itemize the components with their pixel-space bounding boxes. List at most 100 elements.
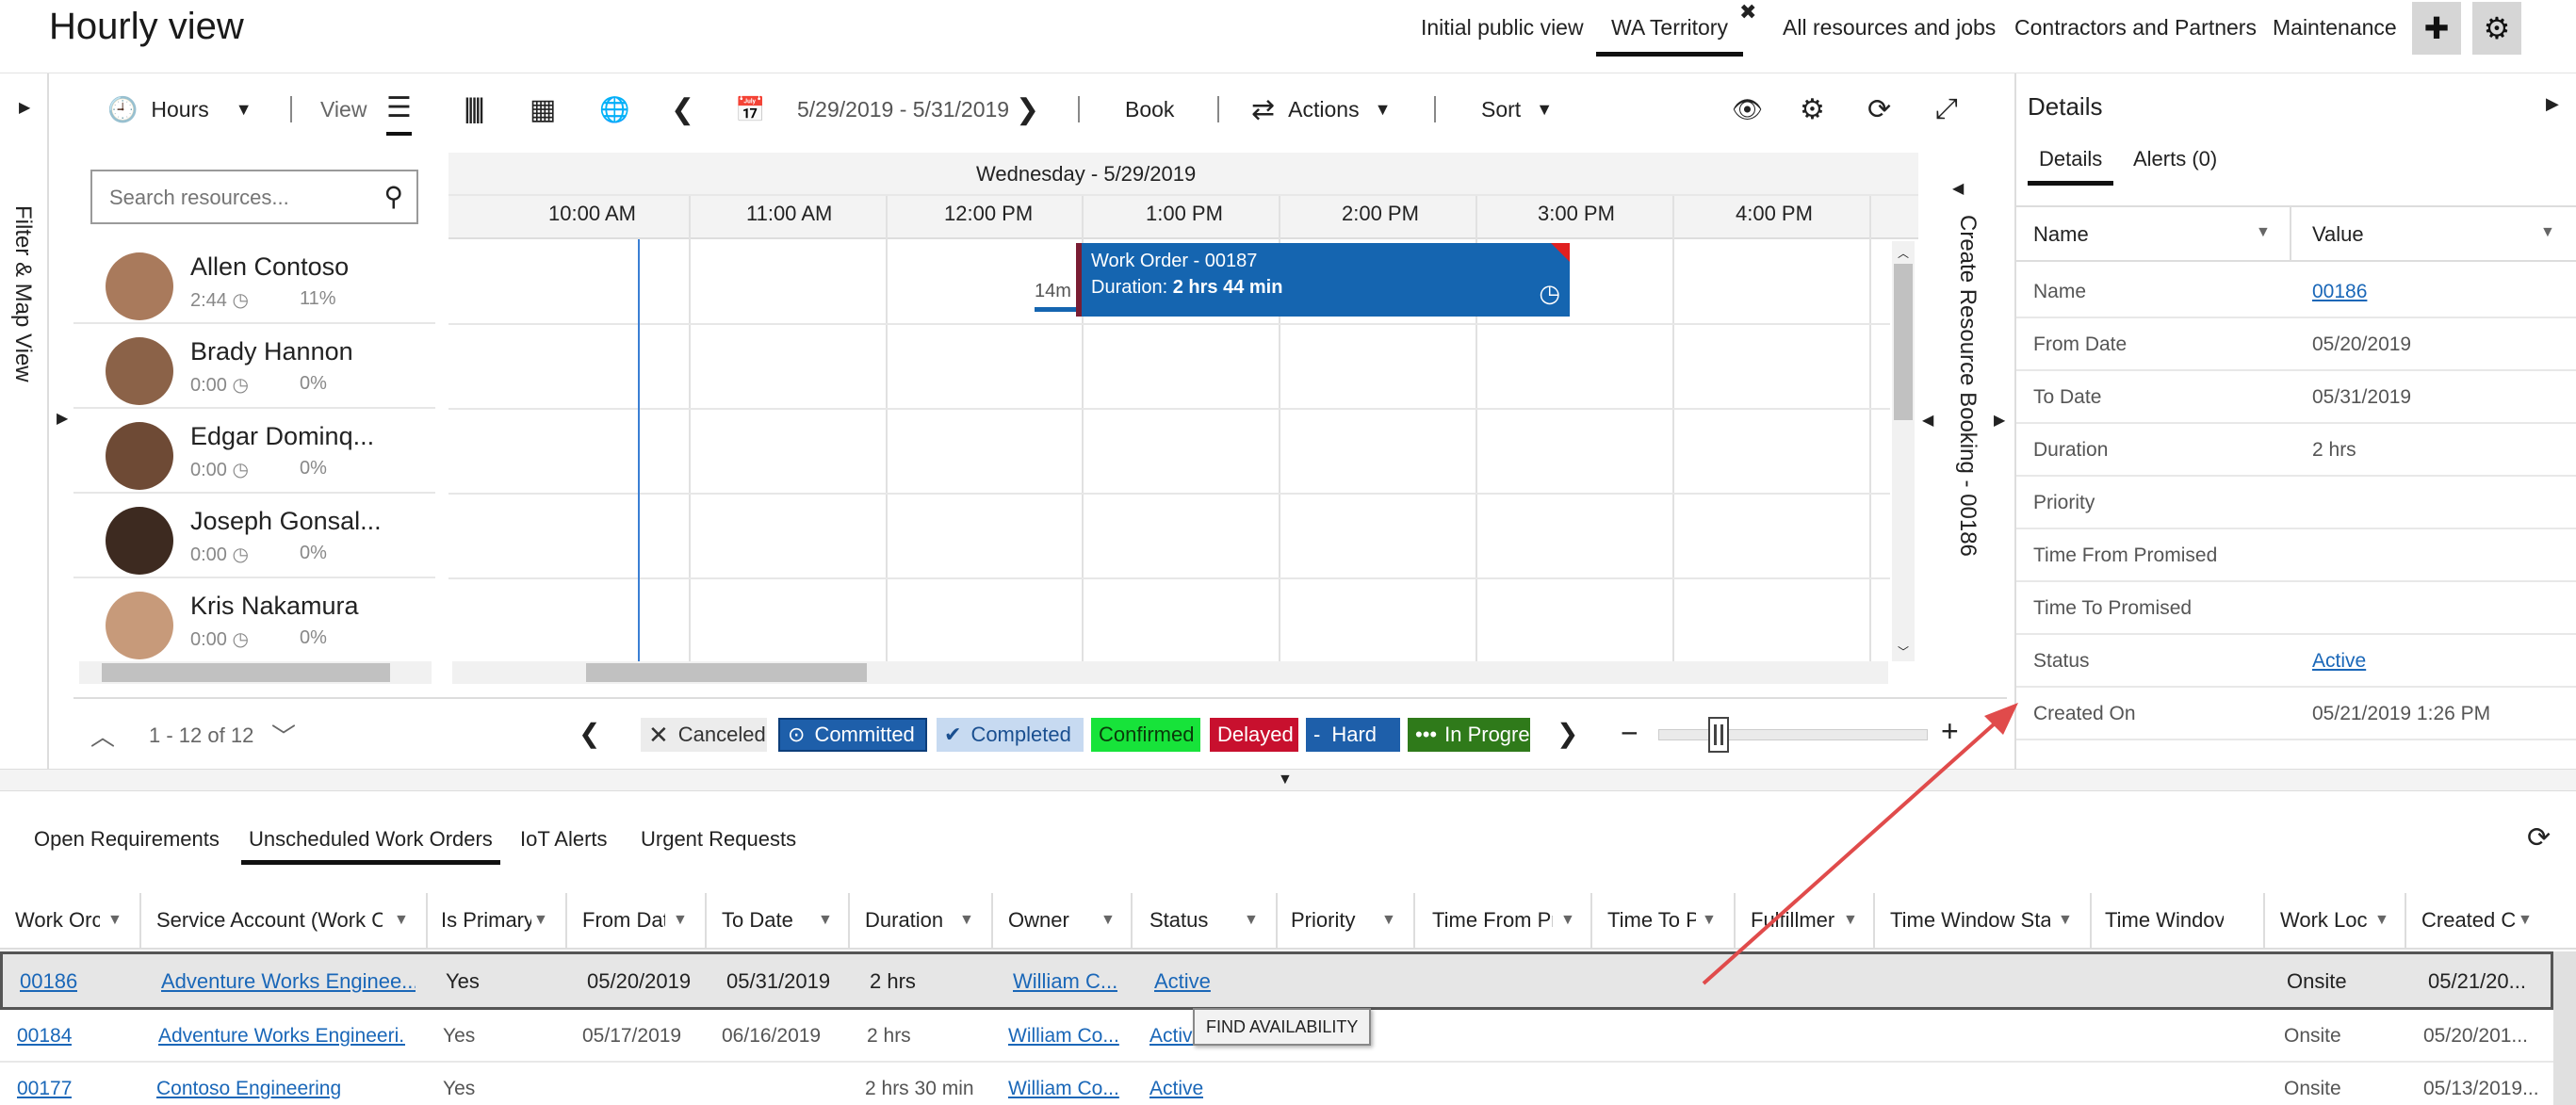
panel-splitter[interactable]: ▼ bbox=[0, 769, 2576, 791]
settings-button[interactable]: ⚙ bbox=[2472, 2, 2521, 55]
zoom-out-icon[interactable]: − bbox=[1621, 716, 1639, 751]
resource-row[interactable]: Joseph Gonsal... 0:00 ◷ 0% bbox=[73, 494, 435, 578]
owner-link[interactable]: William Co... bbox=[1008, 1025, 1119, 1048]
chevron-down-icon[interactable]: ▼ bbox=[2256, 224, 2271, 241]
scroll-down-chevron-icon[interactable]: ﹀ bbox=[271, 718, 296, 753]
owner-link[interactable]: William Co... bbox=[1008, 1078, 1119, 1100]
map-view-icon[interactable]: 🌐 bbox=[599, 83, 629, 136]
date-range[interactable]: 5/29/2019 - 5/31/2019 bbox=[797, 83, 1009, 136]
scroll-down-icon[interactable]: ﹀ bbox=[1898, 643, 1909, 659]
grid-horizontal-scrollbar[interactable] bbox=[452, 661, 1888, 684]
tab-all-resources-and-jobs[interactable]: All resources and jobs bbox=[1783, 13, 1996, 57]
next-date-icon[interactable]: ❯ bbox=[1016, 83, 1039, 136]
table-view-icon[interactable]: ▦ bbox=[530, 83, 556, 136]
column-value[interactable]: Value bbox=[2312, 222, 2364, 247]
service-account-link[interactable]: Adventure Works Engineeri... bbox=[158, 1025, 405, 1048]
column-header[interactable]: Time Windov bbox=[2105, 908, 2224, 933]
sort-dropdown[interactable]: Sort ▼ bbox=[1481, 83, 1553, 136]
table-row[interactable]: 00177 Contoso Engineering Yes 2 hrs 30 m… bbox=[0, 1063, 2553, 1105]
search-input[interactable] bbox=[109, 183, 373, 213]
tab-unscheduled-work-orders[interactable]: Unscheduled Work Orders bbox=[241, 827, 500, 865]
status-link[interactable]: Active bbox=[1154, 969, 1211, 994]
scrollbar-thumb[interactable] bbox=[586, 663, 867, 682]
chevron-down-icon[interactable]: ▼ bbox=[673, 912, 688, 929]
resource-scrollbar[interactable] bbox=[79, 661, 432, 684]
chevron-down-icon[interactable]: ▼ bbox=[1244, 912, 1259, 929]
column-header[interactable]: Service Account (Work O bbox=[156, 908, 383, 933]
column-header[interactable]: Status bbox=[1149, 908, 1234, 933]
fullscreen-icon[interactable]: ⤢ bbox=[1935, 83, 1958, 136]
grid-vertical-scrollbar[interactable]: ︿ ﹀ bbox=[1892, 241, 1915, 661]
search-icon[interactable]: ⚲ bbox=[383, 181, 403, 212]
splitter-chevron-icon[interactable]: ▼ bbox=[1278, 772, 1293, 788]
legend-next-icon[interactable]: ❯ bbox=[1557, 718, 1578, 749]
filter-map-rail[interactable]: ▶ Filter & Map View ▶ bbox=[0, 73, 68, 772]
previous-date-icon[interactable]: ❮ bbox=[671, 83, 694, 136]
list-view-icon[interactable]: ☰ bbox=[386, 83, 412, 136]
chevron-down-icon[interactable]: ▼ bbox=[959, 912, 974, 929]
tab-open-requirements[interactable]: Open Requirements bbox=[34, 827, 220, 865]
chevron-down-icon[interactable]: ▼ bbox=[818, 912, 833, 929]
owner-link[interactable]: William C... bbox=[1013, 969, 1117, 994]
chevron-down-icon[interactable]: ▼ bbox=[1381, 912, 1396, 929]
column-header[interactable]: From Dat bbox=[582, 908, 665, 933]
column-header[interactable]: Duration bbox=[865, 908, 959, 933]
create-booking-rail[interactable]: ◀ Create Resource Booking - 00186 ◀ ▶ bbox=[1922, 153, 2013, 690]
tab-maintenance[interactable]: Maintenance bbox=[2273, 13, 2397, 57]
chevron-down-icon[interactable]: ▼ bbox=[533, 912, 548, 929]
column-header[interactable]: Work Loc bbox=[2280, 908, 2371, 933]
collapse-left-icon[interactable]: ◀ bbox=[1952, 179, 1964, 198]
scrollbar-thumb[interactable] bbox=[102, 663, 390, 682]
eye-icon[interactable]: 👁 bbox=[1732, 83, 1763, 136]
legend-prev-icon[interactable]: ❮ bbox=[579, 718, 600, 749]
detail-value-link[interactable]: Active bbox=[2312, 650, 2366, 673]
status-link[interactable]: Active bbox=[1149, 1078, 1203, 1100]
chevron-down-icon[interactable]: ▼ bbox=[107, 912, 122, 929]
column-header[interactable]: To Date bbox=[722, 908, 816, 933]
resource-row[interactable]: Brady Hannon 0:00 ◷ 0% bbox=[73, 324, 435, 409]
refresh-icon[interactable]: ⟳ bbox=[2527, 821, 2551, 854]
column-header[interactable]: Work Orc bbox=[15, 908, 100, 933]
chevron-down-icon[interactable]: ▼ bbox=[2540, 224, 2555, 241]
tab-urgent-requests[interactable]: Urgent Requests bbox=[641, 827, 796, 865]
refresh-icon[interactable]: ⟳ bbox=[1867, 83, 1891, 136]
resource-row[interactable]: Allen Contoso 2:44 ◷ 11% bbox=[73, 239, 435, 324]
gear-icon[interactable]: ⚙ bbox=[1800, 83, 1825, 136]
tab-contractors-and-partners[interactable]: Contractors and Partners bbox=[2014, 13, 2257, 57]
collapse-resources-icon[interactable]: ▶ bbox=[57, 409, 68, 428]
work-order-link[interactable]: 00177 bbox=[17, 1078, 72, 1100]
booking-work-order-00187[interactable]: Work Order - 00187 Duration: 2 hrs 44 mi… bbox=[1076, 243, 1570, 317]
tab-details[interactable]: Details bbox=[2028, 147, 2114, 186]
column-name[interactable]: Name bbox=[2033, 222, 2089, 247]
calendar-icon[interactable]: 📅 bbox=[735, 83, 765, 136]
scrollbar-thumb[interactable] bbox=[1894, 264, 1913, 420]
add-tab-button[interactable]: ✚ bbox=[2412, 2, 2461, 55]
chevron-down-icon[interactable]: ▼ bbox=[2518, 912, 2533, 929]
expand-filter-icon[interactable]: ▶ bbox=[19, 98, 30, 117]
find-availability-tooltip[interactable]: FIND AVAILABILITY bbox=[1193, 1008, 1372, 1046]
chevron-down-icon[interactable]: ▼ bbox=[394, 912, 409, 929]
actions-dropdown[interactable]: ⇄ Actions ▼ bbox=[1251, 83, 1391, 136]
table-scrollbar[interactable] bbox=[2553, 951, 2576, 1105]
column-header[interactable]: Time To P bbox=[1607, 908, 1696, 933]
column-header[interactable]: Owner bbox=[1008, 908, 1084, 933]
column-header[interactable]: Time From Pr bbox=[1432, 908, 1553, 933]
hours-dropdown[interactable]: 🕘 Hours ▼ bbox=[107, 83, 253, 136]
resource-row[interactable]: Edgar Dominq... 0:00 ◷ 0% bbox=[73, 409, 435, 494]
tab-initial-public-view[interactable]: Initial public view bbox=[1421, 13, 1584, 57]
resource-search[interactable]: ⚲ bbox=[90, 170, 418, 224]
service-account-link[interactable]: Adventure Works Enginee... bbox=[161, 969, 416, 994]
chevron-down-icon[interactable]: ▼ bbox=[2374, 912, 2389, 929]
tab-alerts[interactable]: Alerts (0) bbox=[2133, 147, 2217, 171]
collapse-details-icon[interactable]: ▶ bbox=[2546, 94, 2559, 114]
work-order-link[interactable]: 00186 bbox=[20, 969, 77, 994]
chevron-down-icon[interactable]: ▼ bbox=[1101, 912, 1116, 929]
column-header[interactable]: Created C bbox=[2421, 908, 2516, 933]
service-account-link[interactable]: Contoso Engineering bbox=[156, 1078, 341, 1100]
expand-icon[interactable]: ◀ bbox=[1922, 411, 1933, 430]
close-tab-icon[interactable]: ✖ bbox=[1739, 0, 1756, 24]
work-order-link[interactable]: 00184 bbox=[17, 1025, 72, 1048]
columns-view-icon[interactable]: ||||| bbox=[464, 83, 485, 136]
expand-details-icon[interactable]: ▶ bbox=[1994, 411, 2005, 430]
chevron-down-icon[interactable]: ▼ bbox=[1560, 912, 1575, 929]
